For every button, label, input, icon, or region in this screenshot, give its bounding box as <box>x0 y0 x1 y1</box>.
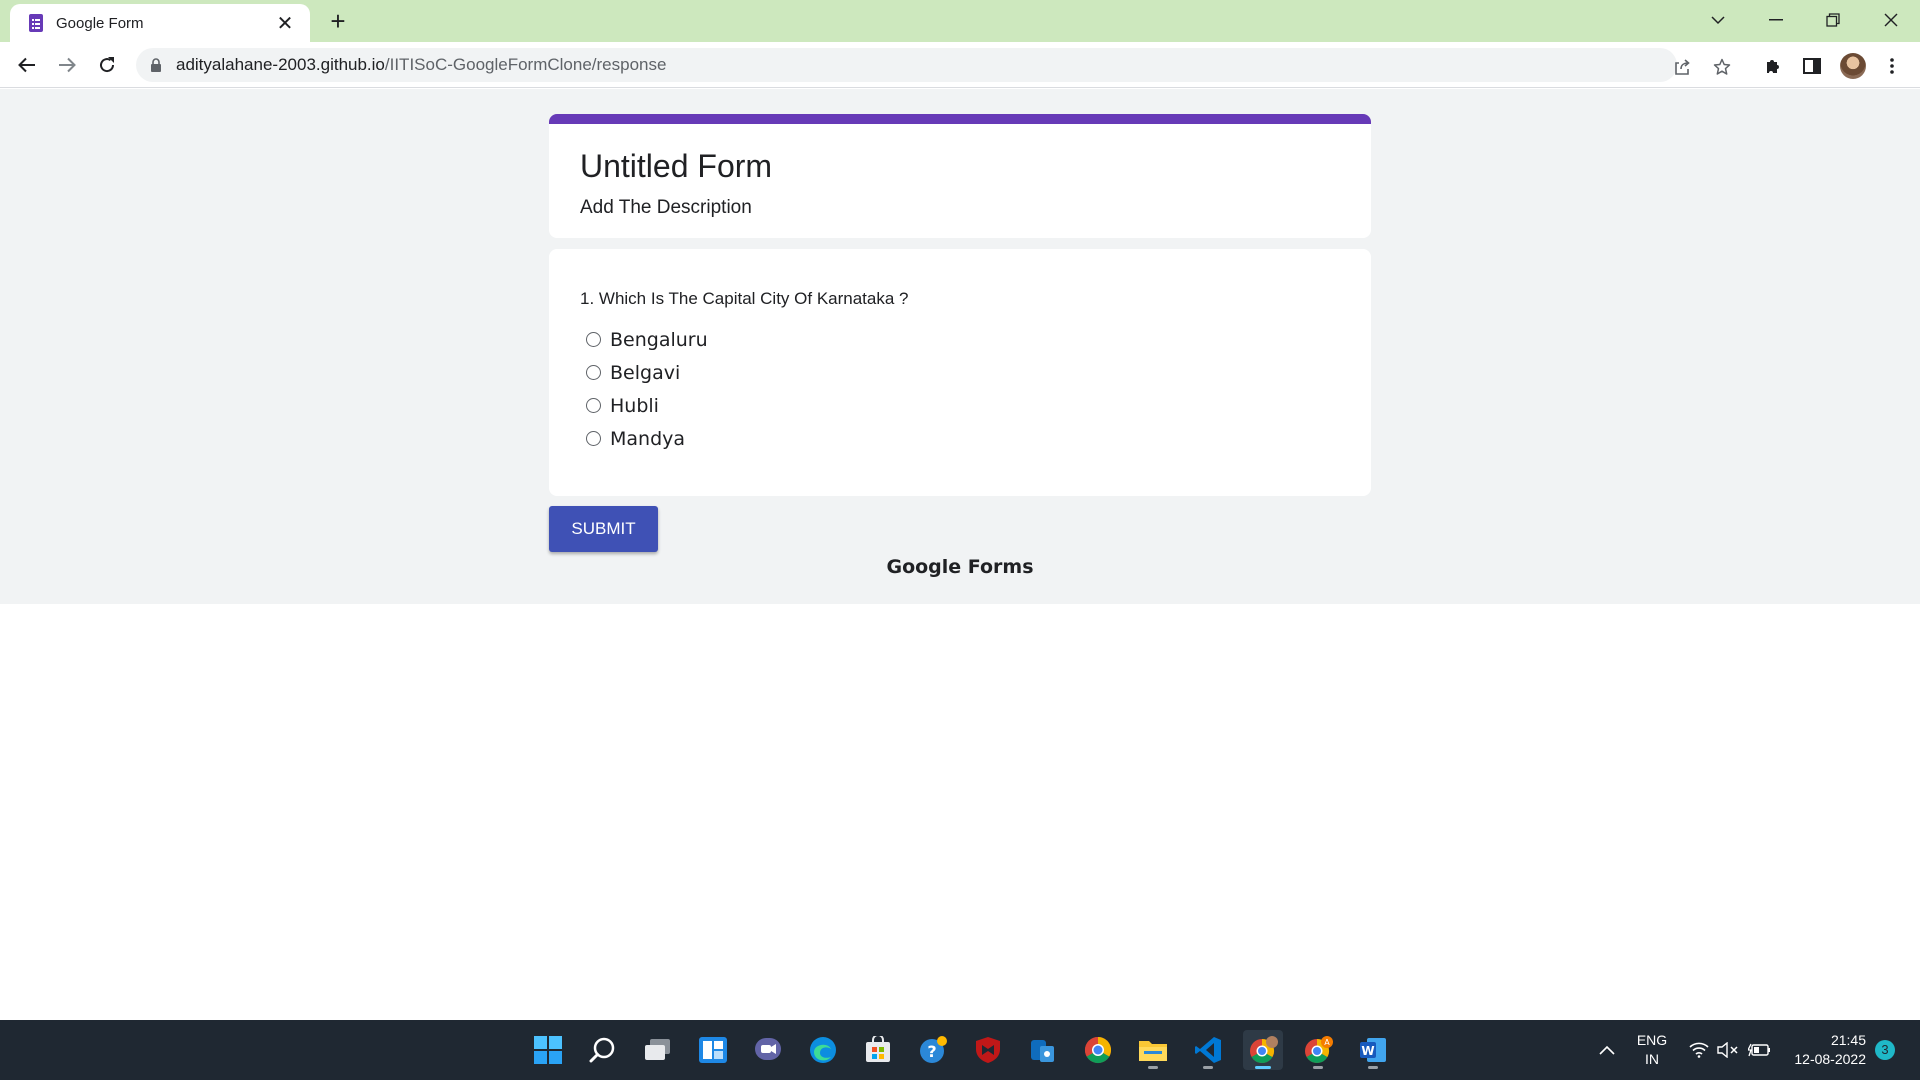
profile-avatar[interactable] <box>1840 53 1866 79</box>
windows-taskbar: ? A W ENG IN 21:45 12-08-2022 <box>0 1020 1920 1080</box>
option-label: Bengaluru <box>610 328 708 351</box>
tab-search-chevron-icon[interactable] <box>1690 0 1746 40</box>
word-icon[interactable]: W <box>1353 1030 1393 1070</box>
running-indicator <box>1368 1066 1378 1069</box>
form-description: Add The Description <box>580 197 752 218</box>
tab-close-icon[interactable]: ✕ <box>274 11 296 36</box>
browser-tab[interactable]: Google Form ✕ <box>10 4 310 42</box>
clock[interactable]: 21:45 12-08-2022 <box>1786 1031 1866 1069</box>
notification-count-badge[interactable]: 3 <box>1875 1040 1895 1060</box>
wifi-icon[interactable] <box>1685 1030 1713 1070</box>
new-tab-button[interactable]: + <box>323 6 353 36</box>
chrome-profile-1-icon[interactable] <box>1243 1030 1283 1070</box>
browser-toolbar: adityalahane-2003.github.io/IITISoC-Goog… <box>0 42 1920 88</box>
option-label: Mandya <box>610 427 686 450</box>
running-indicator <box>1255 1066 1271 1069</box>
windows-start-icon[interactable] <box>528 1030 568 1070</box>
volume-muted-icon[interactable] <box>1714 1030 1742 1070</box>
radio-button[interactable] <box>586 365 601 380</box>
running-indicator <box>1148 1066 1158 1069</box>
url-path: /IITISoC-GoogleFormClone/response <box>384 55 667 74</box>
search-icon[interactable] <box>583 1030 623 1070</box>
task-view-icon[interactable] <box>638 1030 678 1070</box>
reload-icon[interactable] <box>92 50 122 80</box>
footer-brand: Google Forms <box>886 556 1034 578</box>
battery-icon[interactable] <box>1745 1030 1773 1070</box>
address-bar[interactable]: adityalahane-2003.github.io/IITISoC-Goog… <box>136 48 1731 82</box>
share-icon[interactable] <box>1671 56 1693 78</box>
minimize-icon[interactable] <box>1748 0 1804 40</box>
option-belgavi[interactable]: Belgavi <box>580 356 1340 389</box>
url-host: adityalahane-2003.github.io <box>176 55 385 74</box>
language-indicator[interactable]: ENG IN <box>1630 1031 1674 1069</box>
file-explorer-icon[interactable] <box>1133 1030 1173 1070</box>
tab-strip: Google Form ✕ + <box>0 0 1920 42</box>
microsoft-store-icon[interactable] <box>858 1030 898 1070</box>
region-label: IN <box>1645 1051 1659 1067</box>
option-label: Belgavi <box>610 361 681 384</box>
radio-button[interactable] <box>586 431 601 446</box>
back-arrow-icon[interactable] <box>12 50 42 80</box>
running-indicator <box>1203 1066 1213 1069</box>
running-indicator <box>1313 1066 1323 1069</box>
radio-button[interactable] <box>586 398 601 413</box>
language-label: ENG <box>1636 1032 1668 1048</box>
vs-code-icon[interactable] <box>1188 1030 1228 1070</box>
svg-text:?: ? <box>927 1042 936 1061</box>
side-panel-icon[interactable] <box>1799 53 1825 79</box>
question-text: 1. Which Is The Capital City Of Karnatak… <box>580 289 909 308</box>
mcafee-shield-icon[interactable] <box>968 1030 1008 1070</box>
lock-icon[interactable] <box>150 58 162 72</box>
tab-title: Google Form <box>56 14 144 32</box>
show-hidden-icons-chevron-icon[interactable] <box>1591 1030 1623 1070</box>
widgets-icon[interactable] <box>693 1030 733 1070</box>
chrome-icon[interactable] <box>1078 1030 1118 1070</box>
form-title: Untitled Form <box>580 148 773 184</box>
radio-button[interactable] <box>586 332 601 347</box>
submit-button[interactable]: SUBMIT <box>549 506 658 552</box>
question-card: 1. Which Is The Capital City Of Karnatak… <box>549 249 1371 496</box>
get-help-icon[interactable]: ? <box>913 1030 953 1070</box>
edge-browser-icon[interactable] <box>803 1030 843 1070</box>
extensions-puzzle-icon[interactable] <box>1760 53 1786 79</box>
google-forms-icon <box>29 14 43 32</box>
restore-icon[interactable] <box>1805 0 1861 40</box>
option-hubli[interactable]: Hubli <box>580 389 1340 422</box>
clock-date: 12-08-2022 <box>1794 1051 1866 1067</box>
close-window-icon[interactable] <box>1863 0 1919 40</box>
clock-time: 21:45 <box>1830 1032 1866 1048</box>
option-label: Hubli <box>610 394 659 417</box>
svg-text:W: W <box>1361 1044 1374 1058</box>
option-bengaluru[interactable]: Bengaluru <box>580 323 1340 356</box>
bookmark-star-icon[interactable] <box>1711 56 1733 78</box>
chrome-profile-2-icon[interactable]: A <box>1298 1030 1338 1070</box>
svg-text:A: A <box>1324 1038 1330 1047</box>
phone-link-icon[interactable] <box>1023 1030 1063 1070</box>
option-mandya[interactable]: Mandya <box>580 422 1340 455</box>
teams-chat-icon[interactable] <box>748 1030 788 1070</box>
form-header-card: Untitled Form Add The Description <box>549 114 1371 238</box>
menu-kebab-icon[interactable] <box>1879 53 1905 79</box>
forward-arrow-icon[interactable] <box>52 50 82 80</box>
